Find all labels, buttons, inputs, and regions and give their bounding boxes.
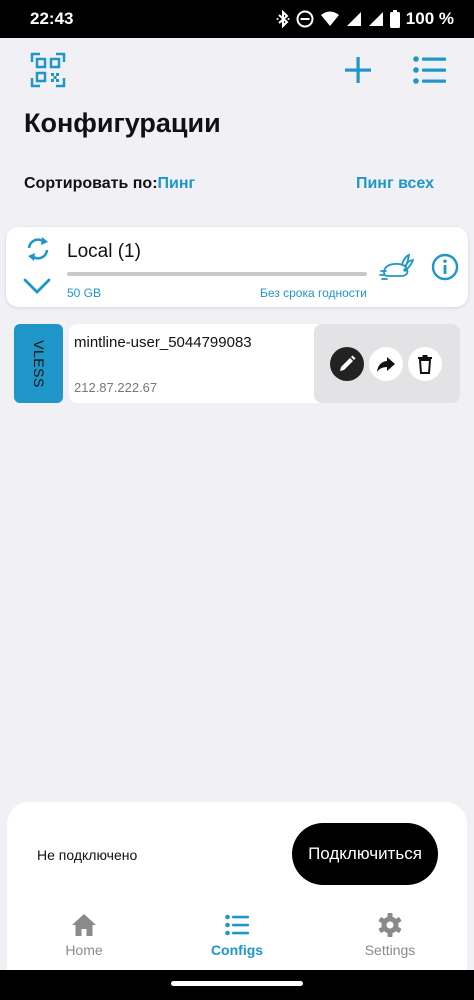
nav-home[interactable]: Home: [34, 912, 134, 968]
status-time: 22:43: [30, 9, 74, 28]
config-list-item[interactable]: VLESS mintline-user_5044799083 212.87.22…: [14, 324, 460, 404]
delete-button[interactable]: [408, 347, 442, 381]
config-name: mintline-user_5044799083: [74, 334, 252, 351]
protocol-badge: VLESS: [14, 324, 63, 403]
gesture-bar: [0, 970, 474, 1000]
signal-icon: [346, 12, 361, 26]
sort-control: Сортировать по:Пинг: [24, 175, 195, 193]
gear-icon: [378, 913, 402, 937]
list-icon[interactable]: [412, 54, 448, 86]
share-icon: [377, 357, 395, 372]
edit-icon: [340, 355, 356, 371]
group-traffic-size: 50 GB: [67, 286, 102, 300]
sort-label: Сортировать по:: [24, 175, 158, 192]
protocol-label: VLESS: [30, 339, 47, 388]
status-icons: 100 %: [276, 9, 454, 29]
status-bar: 22:43 100 %: [0, 0, 474, 38]
edit-button[interactable]: [330, 347, 364, 381]
info-icon[interactable]: [431, 253, 459, 281]
group-expiry: Без срока годности: [259, 286, 367, 300]
usage-progress-bar: [67, 272, 367, 276]
plus-icon[interactable]: [342, 54, 374, 86]
connect-button[interactable]: Подключиться: [292, 823, 438, 885]
ping-all-button[interactable]: Пинг всех: [356, 175, 434, 193]
config-actions-panel: [314, 324, 460, 403]
home-icon: [72, 914, 96, 936]
nav-settings[interactable]: Settings: [340, 912, 440, 968]
page-title: Конфигурации: [24, 108, 221, 138]
group-name: Local (1): [67, 241, 141, 262]
bluetooth-icon: [276, 10, 290, 28]
subscription-group-card: Local (1) 50 GB Без срока годности: [6, 227, 468, 307]
home-indicator[interactable]: [171, 981, 303, 986]
rabbit-icon[interactable]: [378, 251, 414, 281]
config-body[interactable]: mintline-user_5044799083 212.87.222.67: [69, 324, 460, 403]
connection-status: Не подключено: [37, 847, 138, 863]
nav-settings-label: Settings: [364, 942, 416, 958]
battery-level: 100 %: [405, 9, 454, 28]
battery-icon: [389, 10, 400, 28]
delete-icon: [418, 355, 432, 374]
nav-configs-label: Configs: [210, 942, 264, 958]
do-not-disturb-icon: [296, 10, 314, 28]
list-icon: [225, 914, 249, 936]
signal-icon-2: [368, 12, 383, 26]
share-button[interactable]: [369, 347, 403, 381]
qr-scan-icon[interactable]: [30, 52, 66, 88]
wifi-icon: [320, 11, 339, 26]
config-address: 212.87.222.67: [74, 380, 158, 395]
nav-configs[interactable]: Configs: [187, 912, 287, 968]
nav-home-label: Home: [65, 942, 103, 958]
chevron-down-icon[interactable]: [22, 275, 52, 297]
sort-value-button[interactable]: Пинг: [158, 175, 196, 192]
refresh-icon[interactable]: [23, 234, 53, 264]
sort-row: Сортировать по:Пинг Пинг всех: [24, 175, 434, 193]
bottom-sheet: Не подключено Подключиться Home Configs …: [7, 802, 467, 970]
